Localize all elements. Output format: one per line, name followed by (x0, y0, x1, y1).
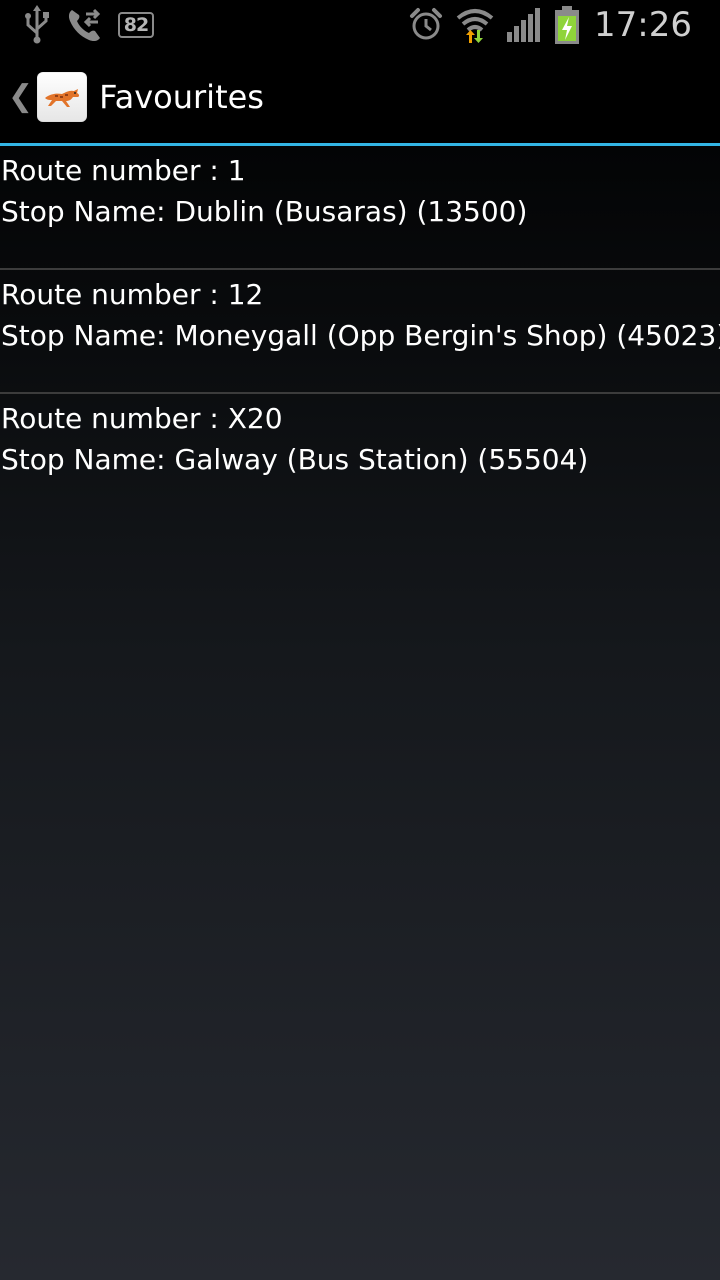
alarm-icon (408, 7, 444, 43)
wifi-icon (456, 6, 494, 44)
bus-app-icon (37, 71, 88, 122)
list-item[interactable]: Route number : 12 Stop Name: Moneygall (… (0, 270, 720, 394)
route-number-label: Route number : 12 (1, 278, 264, 311)
chevron-left-icon: ❮ (8, 79, 34, 114)
signal-icon (506, 8, 542, 42)
list-item[interactable]: Route number : 1 Stop Name: Dublin (Busa… (0, 146, 720, 270)
favourites-list: Route number : 1 Stop Name: Dublin (Busa… (0, 146, 720, 1280)
usb-icon (22, 5, 52, 45)
stop-name-label: Stop Name: Moneygall (Opp Bergin's Shop)… (1, 319, 720, 352)
status-bar-right: 17:26 (408, 0, 692, 50)
stop-name-label: Stop Name: Galway (Bus Station) (55504) (1, 443, 589, 476)
status-clock: 17:26 (594, 5, 692, 45)
notification-count-badge: 82 (118, 12, 154, 38)
action-bar: ❮ Favourites (0, 50, 720, 143)
status-bar: 82 17:26 (0, 0, 720, 50)
route-number-label: Route number : 1 (1, 154, 246, 187)
list-item[interactable]: Route number : X20 Stop Name: Galway (Bu… (0, 394, 720, 518)
status-bar-left: 82 (22, 0, 154, 50)
stop-name-label: Stop Name: Dublin (Busaras) (13500) (1, 195, 528, 228)
route-number-label: Route number : X20 (1, 402, 283, 435)
call-forward-icon (66, 6, 104, 44)
up-navigation-button[interactable]: ❮ (0, 50, 99, 143)
page-title: Favourites (99, 77, 264, 116)
battery-charging-icon (554, 6, 580, 44)
